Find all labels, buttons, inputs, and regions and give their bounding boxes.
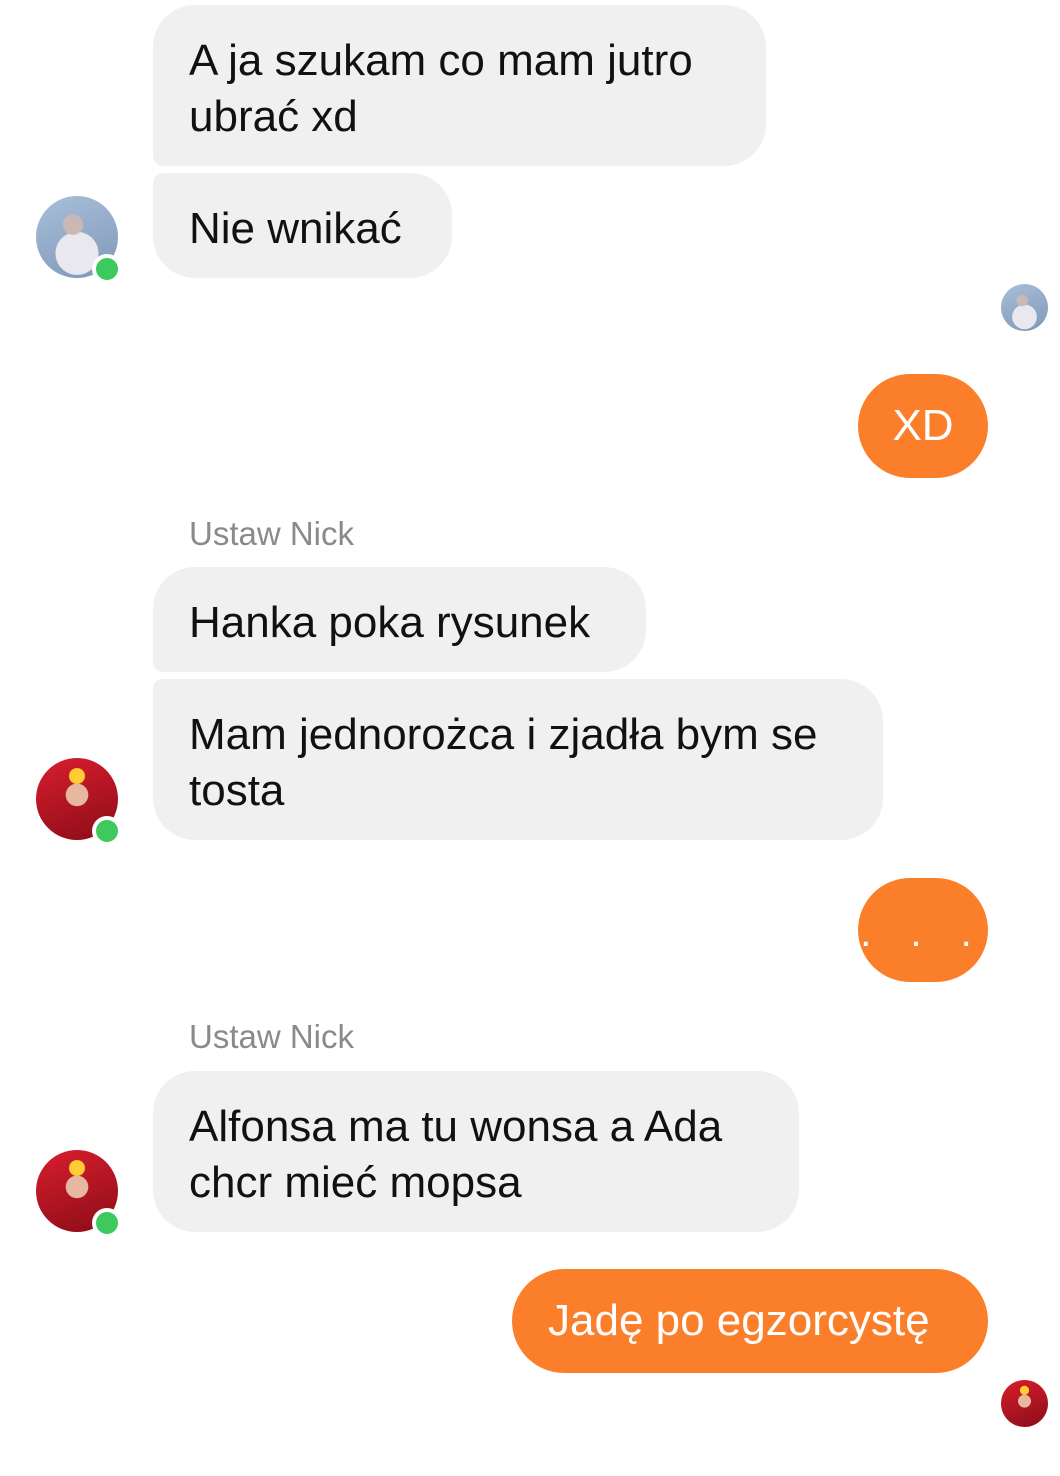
message-text: Mam jednorożca i zjadła bym se tosta xyxy=(189,710,818,815)
message-bubble-incoming[interactable]: Mam jednorożca i zjadła bym se tosta xyxy=(153,679,883,840)
message-text: Alfonsa ma tu wonsa a Ada chcr mieć mops… xyxy=(189,1102,723,1207)
message-text: Hanka poka rysunek xyxy=(189,598,591,647)
sender-name: Ustaw Nick xyxy=(189,1018,355,1055)
message-bubble-outgoing[interactable]: XD xyxy=(858,374,988,478)
read-receipt-avatar xyxy=(1001,1380,1048,1427)
message-text: XD xyxy=(892,401,954,450)
message-bubble-outgoing[interactable]: Jadę po egzorcystę xyxy=(512,1269,988,1373)
message-text: . . . xyxy=(860,911,986,955)
message-bubble-incoming[interactable]: Hanka poka rysunek xyxy=(153,567,646,672)
read-receipt-avatar xyxy=(1001,284,1048,331)
message-text: Nie wnikać xyxy=(189,204,402,253)
message-text: Jadę po egzorcystę xyxy=(548,1296,930,1345)
message-bubble-outgoing[interactable]: . . . xyxy=(858,878,988,982)
message-bubble-incoming[interactable]: Alfonsa ma tu wonsa a Ada chcr mieć mops… xyxy=(153,1071,799,1232)
online-status-dot xyxy=(92,254,122,284)
message-text: A ja szukam co mam jutro ubrać xd xyxy=(189,36,693,141)
sender-name: Ustaw Nick xyxy=(189,515,355,552)
online-status-dot xyxy=(92,1208,122,1238)
message-bubble-incoming[interactable]: Nie wnikać xyxy=(153,173,452,278)
online-status-dot xyxy=(92,816,122,846)
message-bubble-incoming[interactable]: A ja szukam co mam jutro ubrać xd xyxy=(153,5,766,166)
